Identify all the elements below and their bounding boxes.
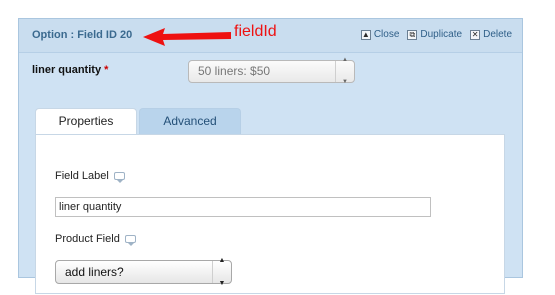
close-button[interactable]: ▲ Close <box>360 29 400 40</box>
delete-label: Delete <box>483 29 512 40</box>
panel-title: Option : Field ID 20 <box>32 29 133 41</box>
field-option-panel: Option : Field ID 20 fieldId ▲ Close ⧉ D… <box>18 18 523 294</box>
properties-tab-content: Field Label Product Field add liners? ▲▼ <box>35 134 505 294</box>
duplicate-button[interactable]: ⧉ Duplicate <box>407 29 462 40</box>
comment-bubble-icon[interactable] <box>113 172 125 183</box>
product-field-caption: Product Field <box>55 233 136 246</box>
tab-properties[interactable]: Properties <box>35 108 137 135</box>
close-label: Close <box>373 29 400 40</box>
field-name-label: liner quantity * <box>32 64 108 76</box>
tab-advanced[interactable]: Advanced <box>139 108 241 134</box>
panel-header: Option : Field ID 20 fieldId ▲ Close ⧉ D… <box>19 19 522 53</box>
duplicate-icon: ⧉ <box>407 29 418 40</box>
annotation-label: fieldId <box>234 23 277 40</box>
delete-x-icon: ✕ <box>470 29 481 40</box>
field-label-caption-text: Field Label <box>55 170 109 182</box>
select-arrows-icon: ▲ ▼ <box>212 257 231 287</box>
field-label-caption: Field Label <box>55 170 125 183</box>
field-label-input[interactable] <box>55 197 431 217</box>
liner-quantity-select[interactable]: 50 liners: $50 ▲ ▼ <box>188 57 355 85</box>
liner-quantity-selected: 50 liners: $50 <box>198 64 271 78</box>
panel-actions: ▲ Close ⧉ Duplicate ✕ Delete <box>360 29 512 40</box>
annotation-arrow-icon <box>143 28 231 46</box>
duplicate-label: Duplicate <box>420 29 463 40</box>
field-name-text: liner quantity <box>32 64 102 76</box>
delete-button[interactable]: ✕ Delete <box>470 29 512 40</box>
close-triangle-icon: ▲ <box>360 29 371 40</box>
product-field-select[interactable]: add liners? ▲ ▼ <box>55 257 232 287</box>
comment-bubble-icon[interactable] <box>124 235 136 246</box>
required-marker: * <box>104 64 109 76</box>
select-arrows-icon: ▲ ▼ <box>335 57 354 85</box>
product-field-caption-text: Product Field <box>55 233 120 245</box>
product-field-selected: add liners? <box>65 265 124 279</box>
